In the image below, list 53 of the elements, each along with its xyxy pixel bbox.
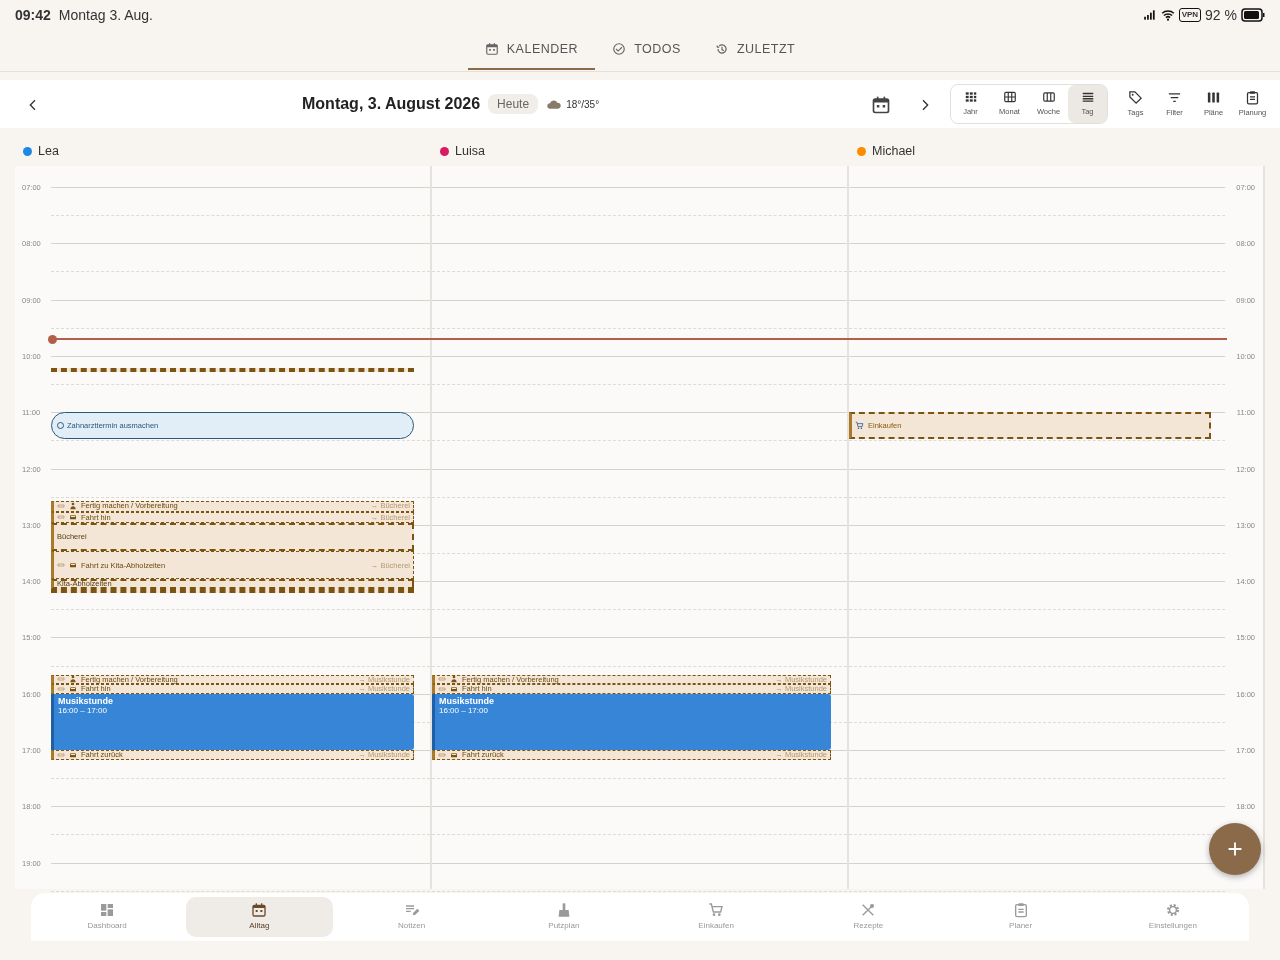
vpn-badge: VPN	[1178, 8, 1202, 22]
dashboard-icon	[99, 902, 116, 918]
music-event[interactable]: Musikstunde 16:00 – 17:00	[51, 693, 414, 750]
event-marker[interactable]	[51, 588, 414, 593]
event-title: Musikstunde	[58, 695, 114, 707]
nav-item[interactable]: Alltag	[186, 897, 333, 937]
cart-icon	[708, 902, 725, 918]
cutlery-icon	[860, 902, 877, 918]
person-icon	[69, 675, 77, 684]
column-name: Michael	[872, 142, 916, 160]
settings-icon	[1164, 902, 1181, 918]
current-time-dot	[48, 334, 57, 344]
tab[interactable]: KALENDER	[467, 30, 596, 70]
lines-icon	[1080, 90, 1095, 105]
signal-icon	[1142, 8, 1157, 22]
calendar-icon	[871, 94, 891, 115]
weather-text: 18°/35°	[566, 97, 600, 112]
car-icon	[69, 513, 77, 522]
link-icon	[438, 750, 446, 759]
link-icon	[57, 561, 65, 570]
wifi-icon	[1160, 8, 1175, 22]
grid-icon	[963, 90, 978, 105]
clipboard-icon	[1012, 902, 1029, 918]
status-time: 09:42	[15, 5, 51, 25]
date-title: Montag, 3. August 2026	[302, 94, 481, 114]
calendar-icon	[484, 42, 499, 56]
column-name: Luisa	[455, 142, 485, 160]
event-time: 16:00 – 17:00	[58, 706, 108, 716]
music-event[interactable]: Musikstunde 16:00 – 17:00	[432, 693, 831, 750]
column-name: Lea	[38, 142, 59, 160]
today-button[interactable]: Heute	[488, 94, 539, 114]
person-icon	[450, 675, 458, 684]
car-icon	[450, 750, 458, 759]
tab[interactable]: ZULETZT	[697, 30, 813, 70]
calendar-icon	[251, 902, 268, 918]
person-icon	[69, 502, 77, 511]
clipboard-icon	[1245, 89, 1260, 105]
battery-percent: 92 %	[1205, 5, 1237, 25]
event-marker[interactable]	[51, 368, 414, 373]
month-grid-icon	[1002, 90, 1017, 105]
history-icon	[714, 42, 729, 56]
car-icon	[69, 561, 77, 570]
notes-icon	[403, 902, 420, 918]
link-icon	[57, 750, 65, 759]
status-date: Montag 3. Aug.	[58, 5, 153, 25]
car-icon	[69, 750, 77, 759]
check-circle-icon	[612, 42, 627, 56]
cart-icon	[855, 420, 864, 430]
tab[interactable]: TODOS	[595, 30, 698, 70]
event-title: Musikstunde	[439, 695, 495, 707]
event-time: 16:00 – 17:00	[439, 706, 489, 716]
tag-icon	[1128, 89, 1143, 105]
columns-icon	[1041, 90, 1056, 105]
